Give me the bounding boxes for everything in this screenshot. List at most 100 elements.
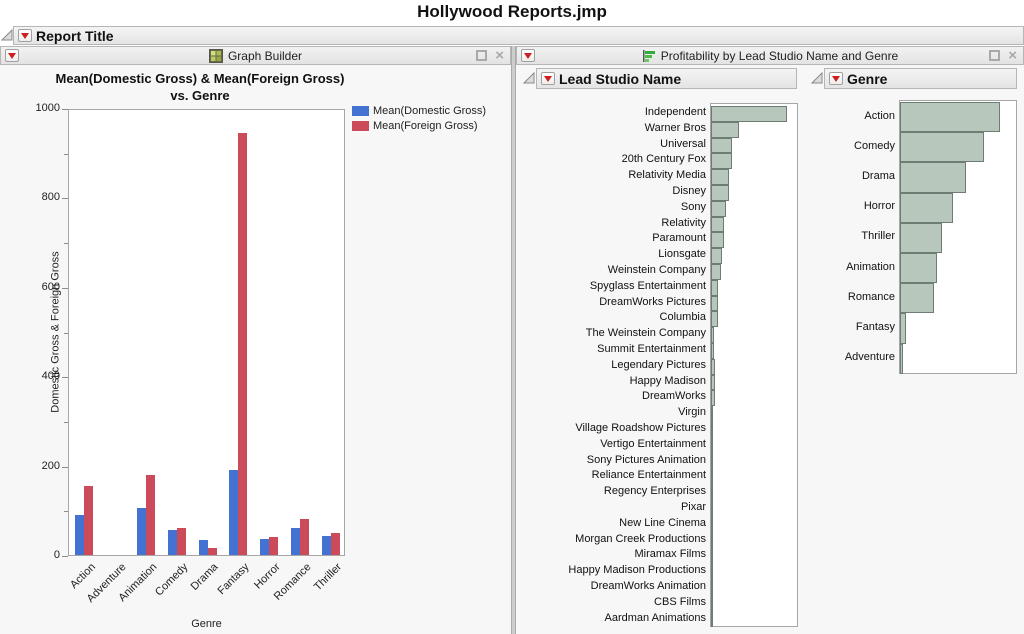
legend-label: Mean(Foreign Gross): [373, 120, 478, 132]
bar-romance-domestic[interactable]: [291, 528, 300, 555]
genre-section-label: Genre: [847, 71, 887, 87]
bar-thriller-domestic[interactable]: [322, 536, 331, 555]
studio-label: Disney: [520, 184, 706, 200]
profitability-menu-icon[interactable]: [521, 49, 535, 62]
genre-bar-horror[interactable]: [900, 193, 953, 223]
genre-menu-icon[interactable]: [829, 72, 843, 85]
genre-bar-romance[interactable]: [900, 283, 934, 313]
studio-bar-sony[interactable]: [711, 201, 726, 217]
bar-fantasy-domestic[interactable]: [229, 470, 238, 555]
studio-bar-sony-pictures-animation[interactable]: [711, 454, 713, 470]
report-title-header[interactable]: Report Title: [13, 26, 1024, 45]
studio-bar-lionsgate[interactable]: [711, 248, 722, 264]
bar-fantasy-foreign[interactable]: [238, 133, 247, 555]
studio-bar-weinstein-company[interactable]: [711, 264, 721, 280]
genre-bar-adventure[interactable]: [900, 344, 903, 374]
studio-bar-cbs-films[interactable]: [711, 596, 713, 612]
studio-label: Lionsgate: [520, 247, 706, 263]
studio-menu-icon[interactable]: [541, 72, 555, 85]
studio-label: Independent: [520, 105, 706, 121]
studio-bar-legendary-pictures[interactable]: [711, 359, 715, 375]
studio-label: Happy Madison Productions: [520, 563, 706, 579]
report-title-menu-icon[interactable]: [18, 29, 32, 42]
studio-bar-new-line-cinema[interactable]: [711, 517, 713, 533]
studio-bar-spyglass-entertainment[interactable]: [711, 280, 718, 296]
bar-comedy-foreign[interactable]: [177, 528, 186, 555]
graph-builder-panel-header[interactable]: Graph Builder ×: [0, 46, 511, 65]
bar-drama-foreign[interactable]: [208, 548, 217, 555]
y-tick-mark: [64, 511, 68, 512]
studio-label: Universal: [520, 137, 706, 153]
genre-bar-drama[interactable]: [900, 162, 966, 192]
y-tick-mark: [64, 422, 68, 423]
studio-bar-relativity-media[interactable]: [711, 169, 729, 185]
genre-bar-thriller[interactable]: [900, 223, 942, 253]
bar-animation-domestic[interactable]: [137, 508, 146, 555]
genre-bar-fantasy[interactable]: [900, 313, 906, 343]
bar-drama-domestic[interactable]: [199, 540, 208, 555]
genre-bar-comedy[interactable]: [900, 132, 984, 162]
studio-bar-paramount[interactable]: [711, 232, 724, 248]
genre-label: Animation: [780, 252, 895, 282]
close-icon[interactable]: ×: [1008, 50, 1017, 61]
bar-animation-foreign[interactable]: [146, 475, 155, 555]
genre-bar-plot-area: [899, 100, 1017, 374]
bar-horror-foreign[interactable]: [269, 537, 278, 555]
maximize-icon[interactable]: [989, 50, 1000, 61]
studio-bar-columbia[interactable]: [711, 311, 718, 327]
studio-bar-virgin[interactable]: [711, 406, 713, 422]
graph-builder-menu-icon[interactable]: [5, 49, 19, 62]
y-tick-mark: [62, 467, 68, 468]
studio-bar-20th-century-fox[interactable]: [711, 153, 732, 169]
bar-horror-domestic[interactable]: [260, 539, 269, 555]
studio-bar-the-weinstein-company[interactable]: [711, 327, 714, 343]
studio-bar-warner-bros[interactable]: [711, 122, 739, 138]
studio-label: CBS Films: [520, 595, 706, 611]
genre-bar-action[interactable]: [900, 102, 1000, 132]
studio-label: The Weinstein Company: [520, 326, 706, 342]
bar-romance-foreign[interactable]: [300, 519, 309, 555]
bar-action-foreign[interactable]: [84, 486, 93, 555]
studio-bar-village-roadshow-pictures[interactable]: [711, 422, 713, 438]
studio-section-label: Lead Studio Name: [559, 71, 681, 87]
studio-label: Relativity: [520, 216, 706, 232]
studio-bar-aardman-animations[interactable]: [711, 612, 713, 628]
genre-section-header[interactable]: Genre: [824, 68, 1017, 89]
studio-label: Morgan Creek Productions: [520, 532, 706, 548]
genre-disclosure-triangle-icon[interactable]: [811, 72, 823, 84]
studio-section-header[interactable]: Lead Studio Name: [536, 68, 797, 89]
studio-bar-dreamworks[interactable]: [711, 390, 715, 406]
studio-bar-regency-enterprises[interactable]: [711, 485, 713, 501]
studio-disclosure-triangle-icon[interactable]: [523, 72, 535, 84]
bar-action-domestic[interactable]: [75, 515, 84, 555]
close-icon[interactable]: ×: [495, 50, 504, 61]
chart-title: Mean(Domestic Gross) & Mean(Foreign Gros…: [0, 70, 400, 104]
studio-bar-happy-madison[interactable]: [711, 375, 715, 391]
studio-bar-universal[interactable]: [711, 138, 732, 154]
report-disclosure-triangle-icon[interactable]: [1, 29, 13, 41]
studio-bar-morgan-creek-productions[interactable]: [711, 533, 713, 549]
y-tick-mark: [62, 377, 68, 378]
green-bar-chart-icon: [642, 49, 656, 63]
y-tick-label: 400: [16, 370, 60, 382]
studio-bar-happy-madison-productions[interactable]: [711, 564, 713, 580]
profitability-panel-header[interactable]: Profitability by Lead Studio Name and Ge…: [516, 46, 1024, 65]
studio-bar-disney[interactable]: [711, 185, 729, 201]
bar-comedy-domestic[interactable]: [168, 530, 177, 555]
bar-thriller-foreign[interactable]: [331, 533, 340, 555]
studio-bar-vertigo-entertainment[interactable]: [711, 438, 713, 454]
studio-bar-summit-entertainment[interactable]: [711, 343, 714, 359]
studio-bar-pixar[interactable]: [711, 501, 713, 517]
studio-bar-miramax-films[interactable]: [711, 548, 713, 564]
studio-bar-reliance-entertainment[interactable]: [711, 469, 713, 485]
studio-bar-independent[interactable]: [711, 106, 787, 122]
maximize-icon[interactable]: [476, 50, 487, 61]
studio-bar-relativity[interactable]: [711, 217, 724, 233]
studio-bar-dreamworks-animation[interactable]: [711, 580, 713, 596]
genre-label: Adventure: [780, 342, 895, 372]
y-tick-mark: [62, 109, 68, 110]
studio-bar-dreamworks-pictures[interactable]: [711, 296, 718, 312]
window-title: Hollywood Reports.jmp: [0, 2, 1024, 22]
genre-bar-animation[interactable]: [900, 253, 937, 283]
studio-label: Spyglass Entertainment: [520, 279, 706, 295]
